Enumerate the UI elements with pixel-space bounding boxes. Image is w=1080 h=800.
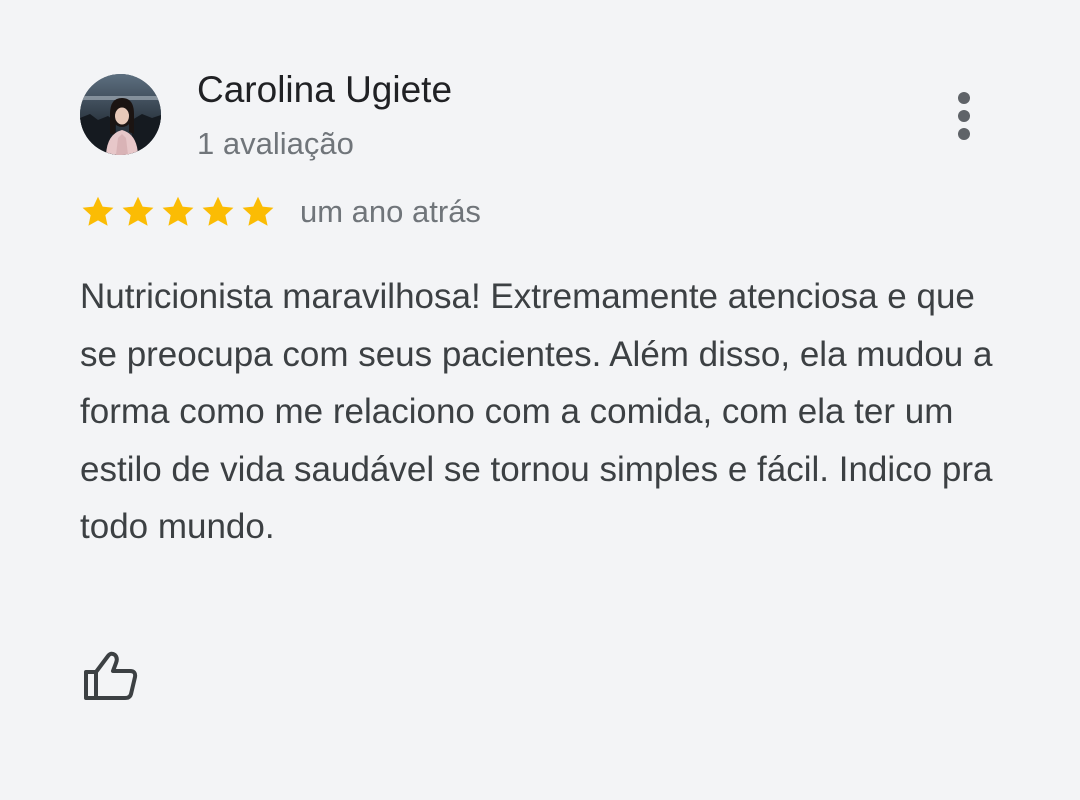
- star-icon: [160, 194, 196, 230]
- star-icon: [80, 194, 116, 230]
- more-vert-icon: [958, 92, 970, 104]
- star-icon: [240, 194, 276, 230]
- avatar-photo: [80, 74, 161, 155]
- review-date: um ano atrás: [300, 194, 481, 229]
- star-rating: [80, 194, 276, 230]
- rating-row: um ano atrás: [80, 192, 481, 232]
- review-text: Nutricionista maravilhosa! Extremamente …: [80, 277, 993, 546]
- star-icon: [120, 194, 156, 230]
- author-name[interactable]: Carolina Ugiete: [197, 68, 452, 112]
- avatar[interactable]: [80, 74, 161, 155]
- review-card: Carolina Ugiete 1 avaliação um ano atrás…: [0, 0, 1080, 800]
- star-icon: [200, 194, 236, 230]
- author-review-count: 1 avaliação: [197, 126, 354, 161]
- more-vert-icon-dot: [958, 128, 970, 140]
- more-options-button[interactable]: [944, 88, 984, 144]
- like-button[interactable]: [80, 648, 140, 706]
- more-vert-icon-dot: [958, 110, 970, 122]
- thumb-up-icon: [84, 651, 138, 700]
